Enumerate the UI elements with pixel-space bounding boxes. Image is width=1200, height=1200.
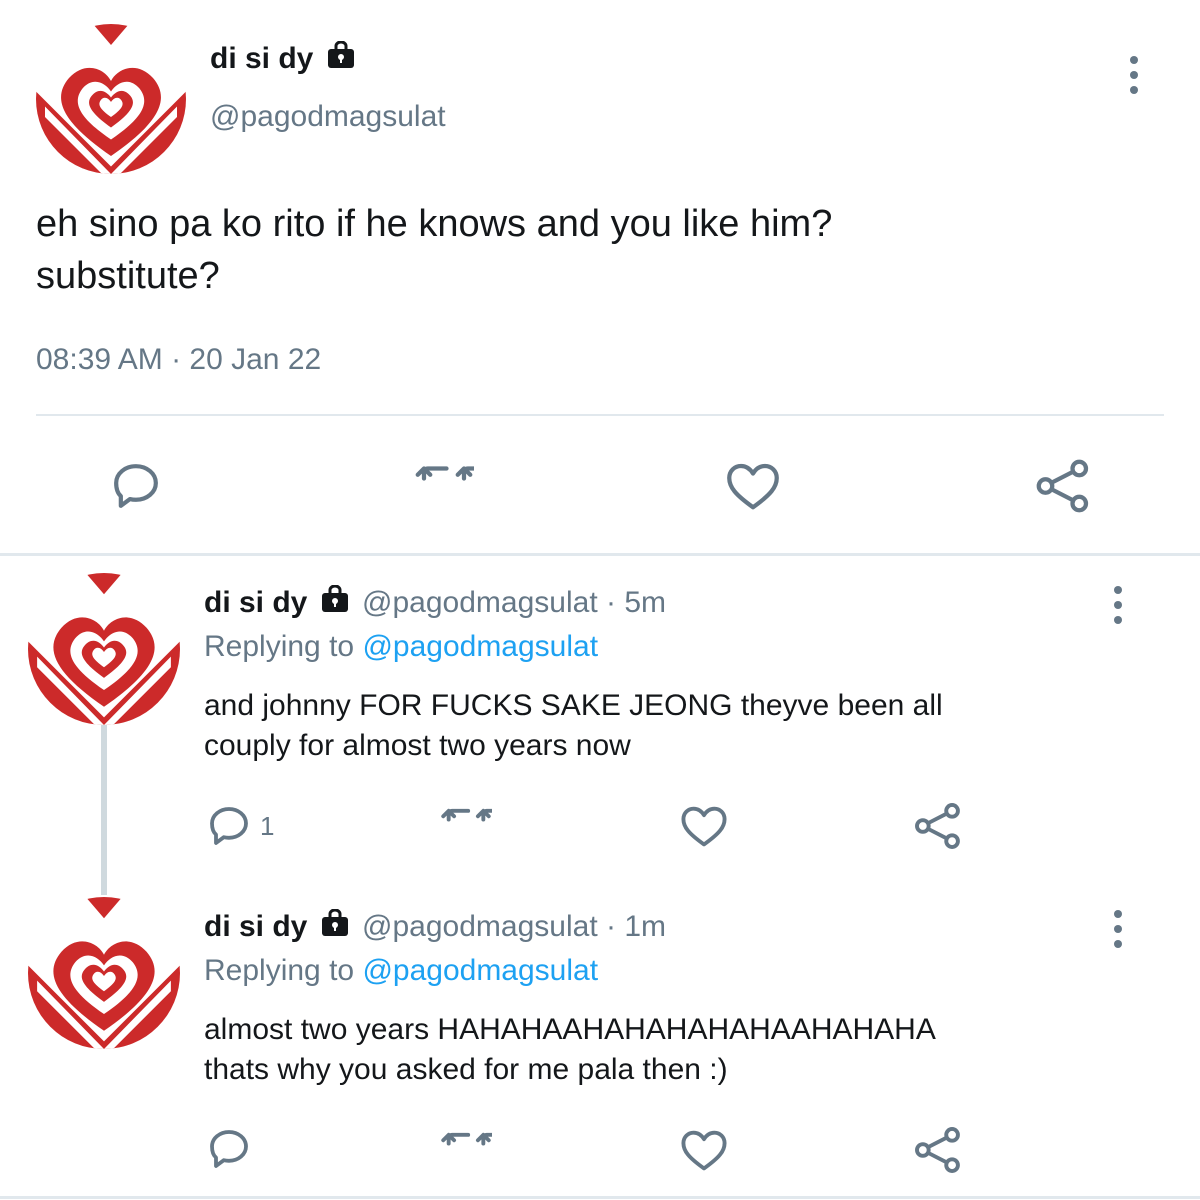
replying-to-label: Replying to	[204, 630, 355, 663]
more-options-icon[interactable]	[1114, 910, 1122, 948]
retweet-button[interactable]	[414, 456, 474, 516]
replying-to-link[interactable]: @pagodmagsulat	[362, 954, 598, 987]
handle-time[interactable]: @pagodmagsulat · 5m	[362, 586, 666, 619]
share-icon	[1036, 459, 1089, 513]
like-button[interactable]	[678, 800, 730, 852]
share-icon	[915, 1127, 960, 1173]
timestamp: 08:39 AM · 20 Jan 22	[36, 343, 322, 376]
lock-icon	[326, 40, 356, 79]
handle-time[interactable]: @pagodmagsulat · 1m	[362, 910, 666, 943]
reply-button[interactable]	[204, 802, 254, 850]
reply-icon	[114, 464, 158, 508]
retweet-icon	[415, 466, 474, 481]
reply-icon	[210, 1130, 248, 1168]
like-button[interactable]	[678, 1124, 730, 1176]
retweet-button[interactable]	[440, 800, 492, 852]
retweet-button[interactable]	[440, 1124, 492, 1176]
replying-to-label: Replying to	[204, 954, 355, 987]
like-icon	[681, 1130, 727, 1171]
like-icon	[727, 463, 779, 510]
tweet-text-line: almost two years HAHAHAAHAHAHAHAHAAHAHAH…	[204, 1013, 936, 1046]
share-button[interactable]	[1032, 456, 1094, 516]
share-button[interactable]	[912, 800, 964, 852]
replying-to-link[interactable]: @pagodmagsulat	[362, 630, 598, 663]
tweet-text-line: substitute?	[36, 255, 220, 297]
share-button[interactable]	[912, 1124, 964, 1176]
thread-line	[101, 725, 107, 895]
more-options-icon[interactable]	[1114, 586, 1122, 624]
more-options-icon[interactable]	[1130, 56, 1138, 94]
reply-count: 1	[260, 811, 275, 841]
tweet-text-line: thats why you asked for me pala then :)	[204, 1053, 728, 1086]
tweet-text-line: couply for almost two years now	[204, 729, 631, 762]
display-name[interactable]: di si dy	[204, 910, 307, 943]
reply-button[interactable]	[204, 1124, 254, 1174]
tweet-text: almost two years HAHAHAAHAHAHAHAHAAHAHAH…	[204, 1010, 936, 1090]
avatar[interactable]	[28, 897, 180, 1049]
reply-icon	[210, 807, 248, 845]
tweet-text: eh sino pa ko rito if he knows and you l…	[36, 198, 832, 302]
retweet-icon	[441, 1132, 492, 1146]
like-icon	[681, 806, 727, 847]
tweet-text-line: and johnny FOR FUCKS SAKE JEONG theyve b…	[204, 689, 943, 722]
handle[interactable]: @pagodmagsulat	[210, 98, 446, 136]
avatar[interactable]	[28, 573, 180, 725]
tweet-text-line: eh sino pa ko rito if he knows and you l…	[36, 203, 833, 245]
divider	[36, 414, 1164, 416]
avatar[interactable]	[36, 24, 186, 174]
retweet-icon	[441, 808, 492, 822]
share-icon	[915, 803, 960, 849]
reply-button[interactable]	[106, 456, 166, 516]
section-divider	[0, 553, 1200, 556]
lock-icon	[320, 908, 350, 947]
bottom-divider	[0, 1196, 1200, 1199]
like-button[interactable]	[722, 456, 784, 516]
display-name[interactable]: di si dy	[204, 586, 307, 619]
lock-icon	[320, 584, 350, 623]
tweet-text: and johnny FOR FUCKS SAKE JEONG theyve b…	[204, 686, 943, 766]
display-name[interactable]: di si dy	[210, 42, 313, 75]
